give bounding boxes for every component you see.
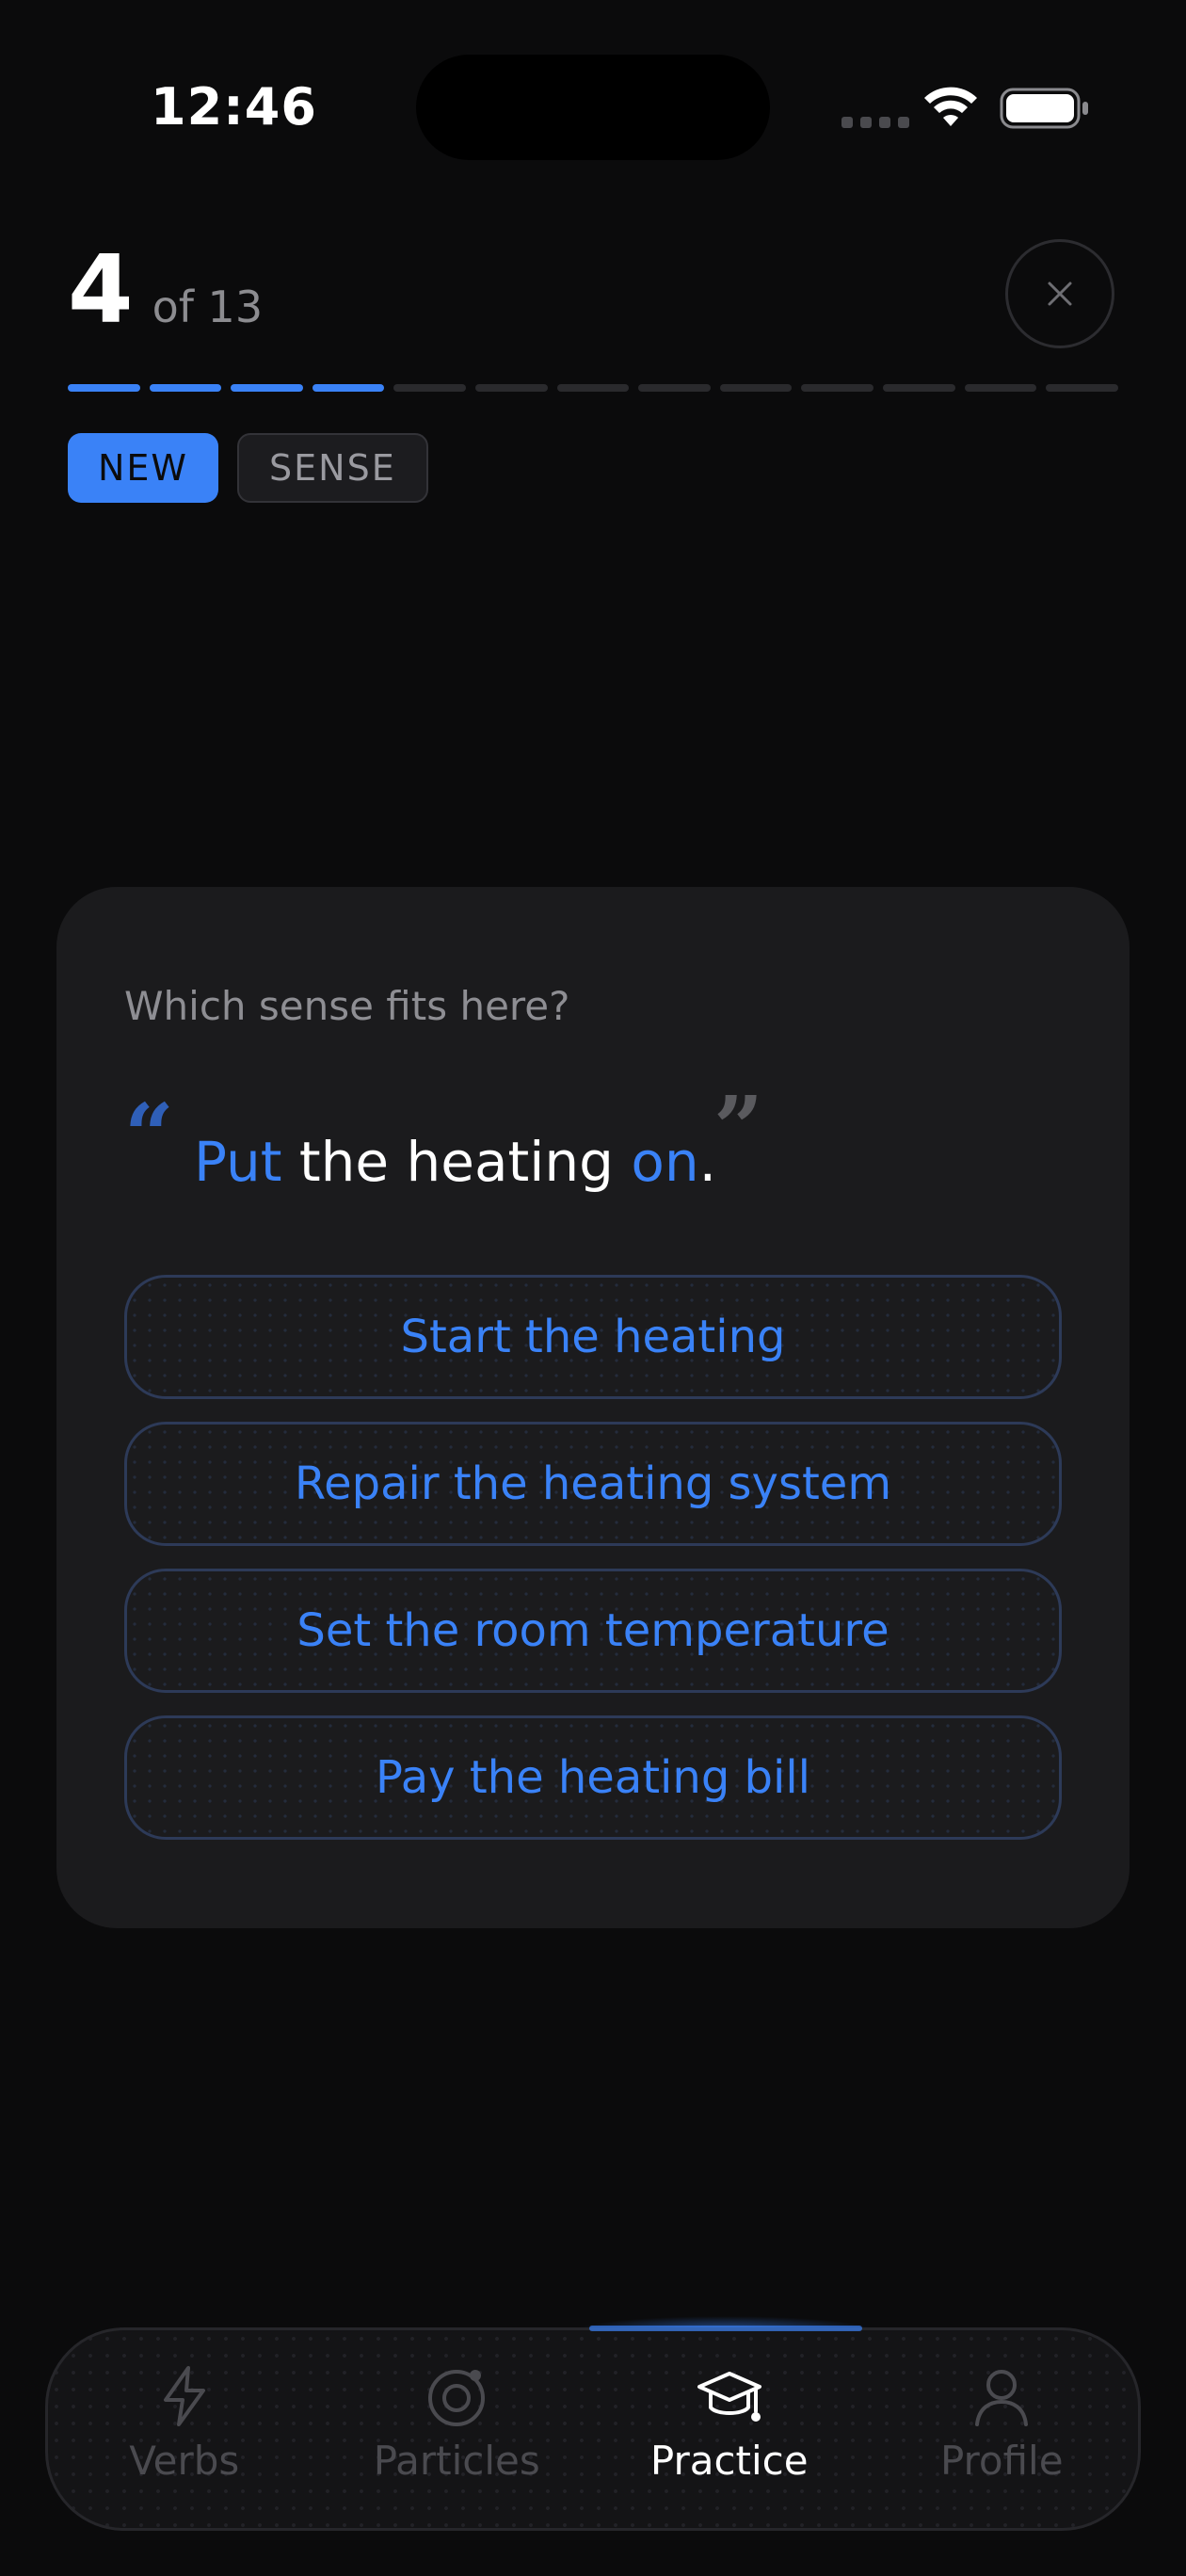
tab-particles[interactable]: Particles [321, 2330, 594, 2528]
lightning-icon [163, 2366, 205, 2426]
person-icon [975, 2370, 1029, 2426]
total-questions-label: of 13 [152, 282, 264, 332]
tab-label: Verbs [129, 2438, 240, 2484]
sentence-verb: Put [194, 1130, 282, 1194]
battery-icon [1000, 88, 1088, 129]
progress-segment [964, 384, 1037, 392]
tab-bar: Verbs Particles Practice Profile [45, 2327, 1141, 2531]
question-prompt: Which sense fits here? [124, 983, 570, 1029]
progress-segment [149, 384, 222, 392]
tag-row: NEW SENSE [68, 433, 428, 503]
option-button[interactable]: Repair the heating system [124, 1422, 1062, 1546]
option-button[interactable]: Set the room temperature [124, 1569, 1062, 1693]
tab-label: Practice [649, 2438, 809, 2484]
tab-label: Particles [373, 2438, 540, 2484]
progress-counter: 4 of 13 [68, 243, 263, 337]
question-card: Which sense fits here? “ ” Put the heati… [56, 887, 1130, 1928]
progress-segment [231, 384, 303, 392]
progress-segment [1046, 384, 1118, 392]
active-tab-indicator [589, 2326, 862, 2331]
tab-profile[interactable]: Profile [866, 2330, 1139, 2528]
target-icon [428, 2370, 486, 2426]
close-icon [1048, 282, 1072, 306]
current-question-number: 4 [68, 234, 134, 345]
tag-sense: SENSE [237, 433, 428, 503]
close-quote-icon: ” [713, 1077, 763, 1179]
option-button[interactable]: Start the heating [124, 1275, 1062, 1399]
graduation-cap-icon [697, 2372, 761, 2422]
close-button[interactable] [1005, 239, 1114, 348]
tab-practice[interactable]: Practice [593, 2330, 866, 2528]
progress-segment [638, 384, 711, 392]
sentence-end: . [698, 1130, 717, 1194]
progress-segment [475, 384, 548, 392]
progress-segment [312, 384, 385, 392]
sentence-middle: the heating [281, 1130, 632, 1194]
progress-segment [801, 384, 874, 392]
open-quote-icon: “ [124, 1085, 174, 1186]
tag-new: NEW [68, 433, 219, 503]
answer-options: Start the heating Repair the heating sys… [124, 1275, 1062, 1862]
option-button[interactable]: Pay the heating bill [124, 1715, 1062, 1840]
progress-segment [556, 384, 630, 392]
example-sentence: Put the heating on. [194, 1130, 716, 1194]
progress-segment [393, 384, 467, 392]
dynamic-island [416, 55, 770, 160]
tab-label: Profile [939, 2438, 1064, 2484]
wifi-icon [924, 87, 977, 126]
progress-segment [883, 384, 955, 392]
progress-bar [68, 384, 1118, 392]
cellular-signal-icon [841, 117, 909, 128]
status-time: 12:46 [151, 77, 317, 137]
progress-segment [68, 384, 140, 392]
tab-verbs[interactable]: Verbs [48, 2330, 321, 2528]
progress-segment [719, 384, 793, 392]
sentence-particle: on [631, 1130, 699, 1194]
